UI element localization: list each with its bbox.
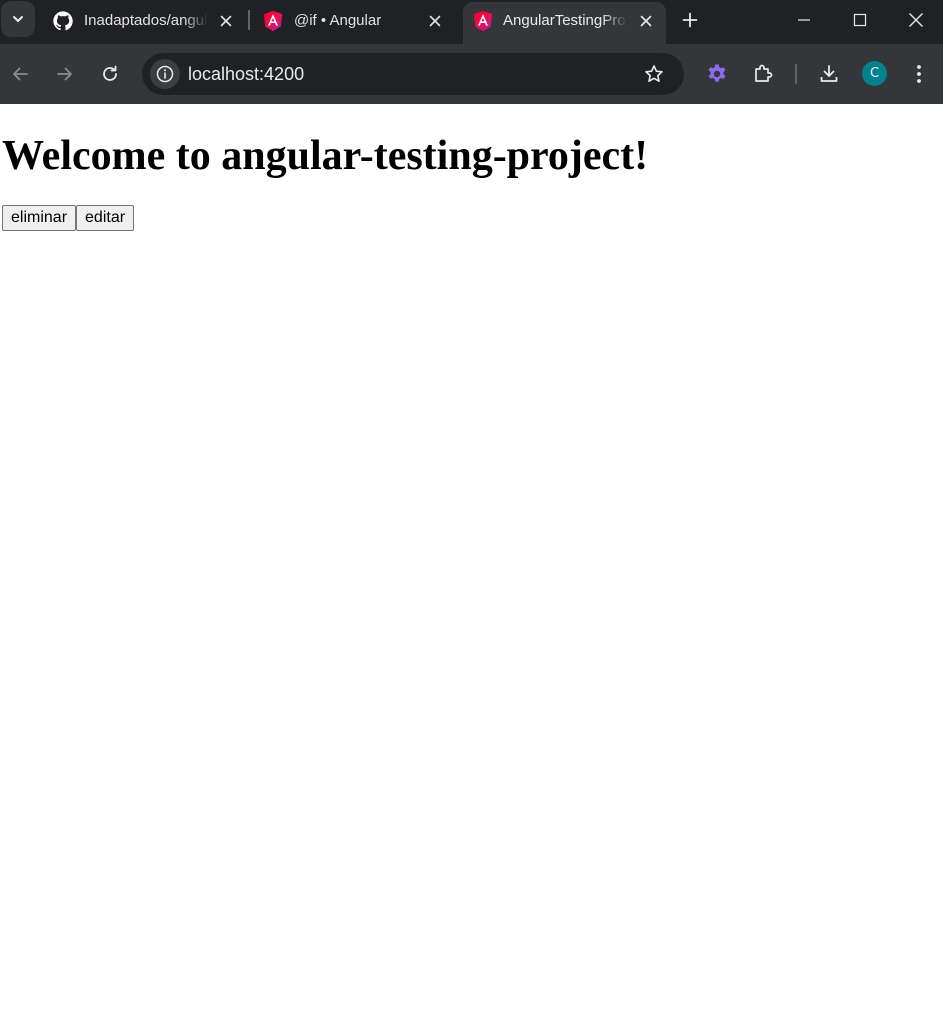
edit-button[interactable]: editar	[76, 205, 135, 231]
more-vertical-icon	[917, 65, 921, 83]
tab-github[interactable]: Inadaptados/angular-testing-project	[38, 2, 248, 44]
tab-strip: Inadaptados/angular-testing-project	[0, 0, 943, 44]
back-button[interactable]	[6, 60, 34, 88]
tab-angular-if[interactable]: @if • Angular	[250, 2, 460, 44]
gear-icon	[708, 64, 726, 82]
close-icon	[909, 13, 923, 27]
action-buttons: eliminar editar	[2, 205, 135, 231]
address-bar[interactable]: localhost:4200	[142, 53, 684, 95]
arrow-left-icon	[13, 67, 28, 81]
maximize-button[interactable]	[833, 0, 887, 40]
reload-button[interactable]	[96, 60, 124, 88]
reload-icon	[103, 65, 117, 81]
plus-icon	[682, 12, 698, 28]
puzzle-icon	[755, 64, 773, 82]
close-icon	[220, 15, 232, 27]
page-title: Welcome to angular-testing-project!	[2, 133, 649, 179]
chevron-down-icon	[13, 16, 23, 22]
github-icon	[53, 11, 73, 31]
delete-button[interactable]: eliminar	[2, 205, 77, 231]
browser-chrome: Inadaptados/angular-testing-project	[0, 0, 943, 104]
tab-close-button[interactable]	[635, 10, 657, 32]
page-content: Welcome to angular-testing-project! elim…	[0, 104, 943, 1012]
browser-menu-button[interactable]	[906, 61, 932, 87]
downloads-button[interactable]	[816, 61, 842, 87]
angular-icon	[263, 10, 283, 32]
extension-button[interactable]	[704, 61, 730, 87]
close-icon	[429, 15, 441, 27]
tab-close-button[interactable]	[215, 10, 237, 32]
tab-title: AngularTestingProject	[503, 12, 627, 29]
tab-close-button[interactable]	[424, 10, 446, 32]
bookmark-button[interactable]	[642, 62, 666, 86]
tab-angular-testing-project[interactable]: AngularTestingProject	[463, 2, 666, 44]
close-icon	[640, 15, 652, 27]
arrow-right-icon	[57, 67, 72, 81]
new-tab-button[interactable]	[678, 8, 702, 32]
star-icon	[645, 65, 663, 82]
angular-icon	[473, 10, 493, 32]
close-window-button[interactable]	[889, 0, 943, 40]
address-url[interactable]: localhost:4200	[188, 64, 304, 85]
forward-button[interactable]	[51, 60, 79, 88]
minimize-button[interactable]	[777, 0, 831, 40]
info-icon	[156, 65, 174, 83]
browser-toolbar: localhost:4200 C	[0, 44, 943, 104]
tab-title: @if • Angular	[294, 12, 382, 29]
tab-search-button[interactable]	[1, 1, 35, 37]
profile-avatar[interactable]: C	[862, 61, 887, 86]
tab-title: Inadaptados/angular-testing-project	[84, 12, 208, 29]
maximize-icon	[853, 13, 867, 27]
extensions-menu-button[interactable]	[750, 61, 776, 87]
minimize-icon	[798, 19, 810, 21]
download-icon	[820, 65, 838, 82]
toolbar-divider	[795, 64, 797, 84]
site-info-button[interactable]	[150, 59, 180, 89]
